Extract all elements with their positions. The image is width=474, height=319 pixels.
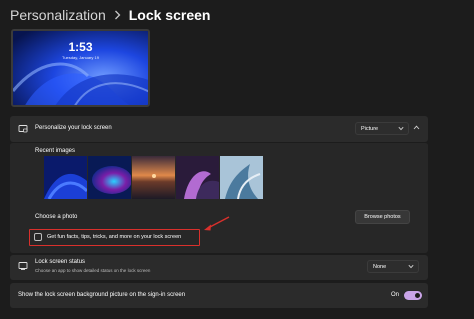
lock-status-icon — [18, 262, 28, 270]
recent-image-1[interactable] — [44, 156, 87, 199]
choose-photo-label: Choose a photo — [35, 214, 78, 220]
lock-screen-status-row: Lock screen status Choose an app to show… — [10, 255, 428, 280]
signin-background-toggle[interactable] — [404, 291, 422, 300]
recent-image-5[interactable] — [220, 156, 263, 199]
recent-images-list — [44, 156, 263, 199]
fun-facts-label: Get fun facts, tips, tricks, and more on… — [47, 234, 182, 240]
recent-images-label: Recent images — [35, 148, 76, 154]
chevron-down-icon — [398, 126, 404, 131]
annotation-arrow-icon — [204, 216, 230, 231]
browse-photos-button[interactable]: Browse photos — [355, 210, 410, 224]
preview-time: 1:53 — [68, 40, 93, 54]
personalize-dropdown-value: Picture — [361, 125, 379, 132]
lock-status-dropdown[interactable]: None — [367, 260, 419, 273]
breadcrumb-personalization[interactable]: Personalization — [10, 7, 106, 23]
lock-status-description: Choose an app to show detailed status on… — [35, 268, 151, 273]
personalize-lock-screen-row[interactable]: Personalize your lock screen Picture — [10, 116, 428, 142]
breadcrumb: Personalization Lock screen — [10, 5, 210, 25]
signin-background-row: Show the lock screen background picture … — [10, 283, 428, 308]
toggle-knob — [415, 293, 420, 298]
recent-image-4[interactable] — [176, 156, 219, 199]
chevron-down-icon — [408, 264, 414, 269]
chevron-up-icon[interactable] — [413, 125, 420, 130]
signin-background-label: Show the lock screen background picture … — [18, 292, 186, 298]
recent-image-2[interactable] — [88, 156, 131, 199]
recent-image-3[interactable] — [132, 156, 175, 199]
lock-screen-icon — [18, 125, 28, 133]
personalize-type-dropdown[interactable]: Picture — [355, 122, 409, 135]
fun-facts-checkbox[interactable] — [34, 233, 42, 241]
personalize-label: Personalize your lock screen — [35, 125, 112, 131]
signin-toggle-label: On — [391, 292, 400, 298]
lock-status-dropdown-value: None — [373, 263, 387, 270]
lock-status-label: Lock screen status — [35, 259, 86, 265]
lock-screen-preview: 1:53 Tuesday, January 19 — [11, 29, 150, 107]
chevron-right-icon — [114, 10, 121, 20]
page-title: Lock screen — [128, 7, 211, 23]
preview-date: Tuesday, January 19 — [62, 55, 99, 60]
